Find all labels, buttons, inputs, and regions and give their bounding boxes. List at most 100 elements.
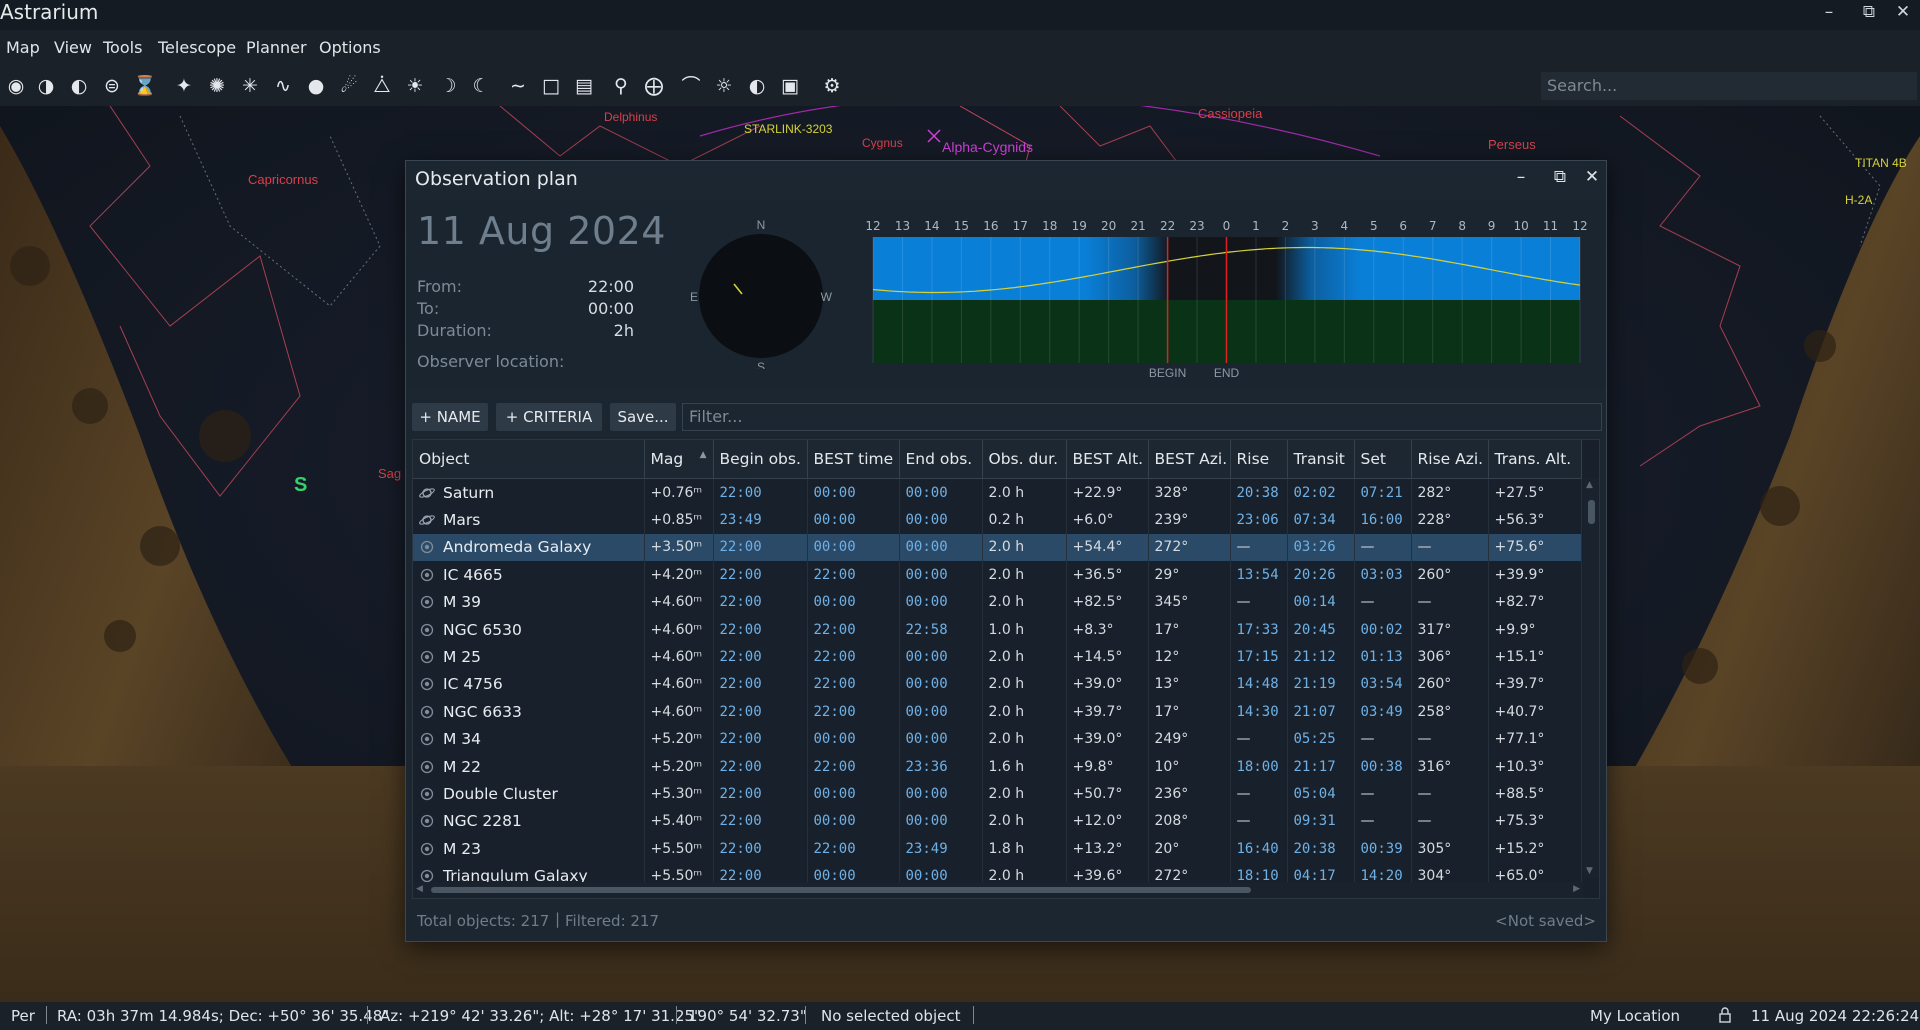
- search-input[interactable]: Search...: [1541, 72, 1917, 100]
- column-header-7[interactable]: BEST Azi.: [1148, 440, 1231, 479]
- menu-planner[interactable]: Planner: [246, 38, 307, 57]
- scroll-left-icon[interactable]: ◀: [416, 884, 423, 894]
- nebula-icon[interactable]: ●: [302, 72, 330, 100]
- milky-way-icon[interactable]: ∿: [269, 72, 297, 100]
- horizontal-grid-icon[interactable]: ⨁: [640, 72, 668, 100]
- column-header-1[interactable]: Mag ▲: [644, 440, 714, 479]
- column-header-5[interactable]: Obs. dur.: [982, 440, 1067, 479]
- column-header-12[interactable]: Trans. Alt.: [1488, 440, 1582, 479]
- settings-gear-icon[interactable]: ⚙: [818, 72, 846, 100]
- cell-end: 00:00: [899, 478, 983, 507]
- column-header-3[interactable]: BEST time: [807, 440, 900, 479]
- moon-phase-icon[interactable]: ◐: [65, 72, 93, 100]
- table-row[interactable]: M 22 +5.20ᵐ 22:00 22:00 23:36 1.6 h +9.8° 10° 18…: [413, 752, 1582, 781]
- lock-icon[interactable]: [1718, 1007, 1732, 1027]
- table-row[interactable]: NGC 6530 +4.60ᵐ 22:00 22:00 22:58 1.0 h +8.3° 1…: [413, 615, 1582, 644]
- star-cluster-icon[interactable]: ✳: [236, 72, 264, 100]
- cell-object: Saturn: [413, 478, 645, 507]
- scroll-right-icon[interactable]: ▶: [1573, 884, 1580, 894]
- horizon-icon[interactable]: ◑: [32, 72, 60, 100]
- vertical-scroll-thumb[interactable]: [1588, 500, 1595, 524]
- table-row[interactable]: M 34 +5.20ᵐ 22:00 00:00 00:00 2.0 h +39.0° 249°…: [413, 725, 1582, 753]
- column-header-8[interactable]: Rise: [1230, 440, 1288, 479]
- column-header-0[interactable]: Object: [413, 440, 645, 479]
- menu-tools[interactable]: Tools: [103, 38, 142, 57]
- cell-begin: 23:49: [713, 506, 808, 534]
- dialog-close-icon[interactable]: ✕: [1577, 167, 1607, 191]
- comet-icon[interactable]: ☄: [335, 72, 363, 100]
- datetime-readout[interactable]: 11 Aug 2024 22:26:24: [1751, 1007, 1919, 1025]
- scroll-down-icon[interactable]: ▼: [1586, 866, 1593, 876]
- horizontal-scroll-thumb[interactable]: [431, 887, 1251, 893]
- object-name: M 34: [443, 730, 482, 749]
- table-row[interactable]: Andromeda Galaxy +3.50ᵐ 22:00 00:00 00:00 2.0…: [413, 533, 1582, 562]
- table-row[interactable]: IC 4756 +4.60ᵐ 22:00 22:00 00:00 2.0 h +39.0° 1…: [413, 670, 1582, 699]
- vertical-scrollbar[interactable]: ▲ ▼: [1583, 478, 1599, 878]
- total-objects: Total objects: 217: [417, 912, 550, 930]
- cell-best: 00:00: [807, 506, 900, 534]
- table-row[interactable]: Double Cluster +5.30ᵐ 22:00 00:00 00:00 2.0 h…: [413, 780, 1582, 808]
- equatorial-grid-icon[interactable]: ⚲: [607, 72, 635, 100]
- menu-view[interactable]: View: [54, 38, 92, 57]
- menu-map[interactable]: Map: [6, 38, 40, 57]
- planet-icon[interactable]: ☾: [467, 72, 495, 100]
- table-row[interactable]: Saturn +0.76ᵐ 22:00 00:00 00:00 2.0 h +22.9° 32…: [413, 478, 1582, 507]
- column-header-6[interactable]: BEST Alt.: [1066, 440, 1149, 479]
- column-header-4[interactable]: End obs.: [899, 440, 983, 479]
- save-plan-button[interactable]: Save...: [610, 403, 676, 431]
- scroll-up-icon[interactable]: ▲: [1586, 480, 1593, 490]
- sun-icon[interactable]: ☀: [401, 72, 429, 100]
- satellite-icon[interactable]: ⧊: [368, 72, 396, 100]
- crescent-moon-icon[interactable]: ☽: [434, 72, 462, 100]
- atmosphere-icon[interactable]: ☼: [710, 72, 738, 100]
- menu-options[interactable]: Options: [319, 38, 381, 57]
- dialog-minimize-icon[interactable]: –: [1506, 167, 1536, 191]
- constellation-borders-icon[interactable]: □: [537, 72, 565, 100]
- table-row[interactable]: Mars +0.85ᵐ 23:49 00:00 00:00 0.2 h +6.0° 239° 2…: [413, 506, 1582, 534]
- table-row[interactable]: NGC 6633 +4.60ᵐ 22:00 22:00 00:00 2.0 h +39.7°…: [413, 698, 1582, 726]
- horizon-landscape-icon[interactable]: ⌒: [677, 72, 705, 100]
- constellation-labels-icon[interactable]: ▤: [570, 72, 598, 100]
- observation-plan-dialog: Observation plan – ⧉ ✕ 11 Aug 2024 From:…: [405, 160, 1607, 942]
- altitude-timeline[interactable]: 12 13 14 15 16 17 18 19 20 21 22 23 0 1 2 3 4 5 6 7 8 9 10 11 12: [861, 219, 1591, 379]
- cell-transit: 05:04: [1287, 780, 1355, 808]
- mirror-icon[interactable]: ⊜: [98, 72, 126, 100]
- filter-input[interactable]: Filter...: [682, 403, 1602, 431]
- owl-icon[interactable]: ◉: [2, 72, 30, 100]
- column-header-11[interactable]: Rise Azi.: [1411, 440, 1489, 479]
- column-header-10[interactable]: Set: [1354, 440, 1412, 479]
- dialog-restore-icon[interactable]: ⧉: [1545, 167, 1575, 191]
- label-h2a: H-2A: [1845, 193, 1872, 207]
- projection-label[interactable]: Per: [11, 1007, 35, 1025]
- column-header-9[interactable]: Transit: [1287, 440, 1355, 479]
- spiral-galaxy-icon[interactable]: ✺: [203, 72, 231, 100]
- close-icon[interactable]: ✕: [1886, 0, 1920, 26]
- table-row[interactable]: NGC 2281 +5.40ᵐ 22:00 00:00 00:00 2.0 h +12.0°…: [413, 807, 1582, 836]
- minimize-icon[interactable]: –: [1812, 0, 1846, 26]
- constellation-lines-icon[interactable]: ∼: [504, 72, 532, 100]
- cell-mag: +4.60ᵐ: [644, 670, 714, 699]
- light-pollution-icon[interactable]: ◐: [743, 72, 771, 100]
- column-header-2[interactable]: Begin obs.: [713, 440, 808, 479]
- table-row[interactable]: IC 4665 +4.20ᵐ 22:00 22:00 00:00 2.0 h +36.5° 2…: [413, 561, 1582, 589]
- table-row[interactable]: M 23 +5.50ᵐ 22:00 22:00 23:49 1.8 h +13.2° 20° 1…: [413, 835, 1582, 863]
- horizontal-scrollbar[interactable]: ◀ ▶: [413, 882, 1583, 898]
- ground-icon[interactable]: ▣: [776, 72, 804, 100]
- add-name-button[interactable]: + NAME: [412, 403, 488, 431]
- deep-sky-icon: [419, 732, 435, 746]
- label-alpha-cygnids: Alpha-Cygnids: [942, 139, 1033, 155]
- hourglass-icon[interactable]: ⌛: [131, 72, 159, 100]
- cell-best: 22:00: [807, 835, 900, 863]
- cell-rise_azi: 282°: [1411, 478, 1489, 507]
- table-row[interactable]: M 39 +4.60ᵐ 22:00 00:00 00:00 2.0 h +82.5° 345°…: [413, 588, 1582, 616]
- planet-icon: [419, 513, 435, 527]
- cell-begin: 22:00: [713, 643, 808, 671]
- filtered-objects: Filtered: 217: [565, 912, 660, 930]
- add-criteria-button[interactable]: + CRITERIA: [496, 403, 602, 431]
- stars-icon[interactable]: ✦: [170, 72, 198, 100]
- objects-table[interactable]: Object Mag ▲ Begin obs. BEST time End obs. Obs…: [412, 439, 1600, 899]
- location-readout[interactable]: My Location: [1590, 1007, 1680, 1025]
- menu-telescope[interactable]: Telescope: [158, 38, 236, 57]
- table-row[interactable]: M 25 +4.60ᵐ 22:00 22:00 00:00 2.0 h +14.5° 12° 1…: [413, 643, 1582, 671]
- restore-icon[interactable]: ⧉: [1852, 0, 1886, 26]
